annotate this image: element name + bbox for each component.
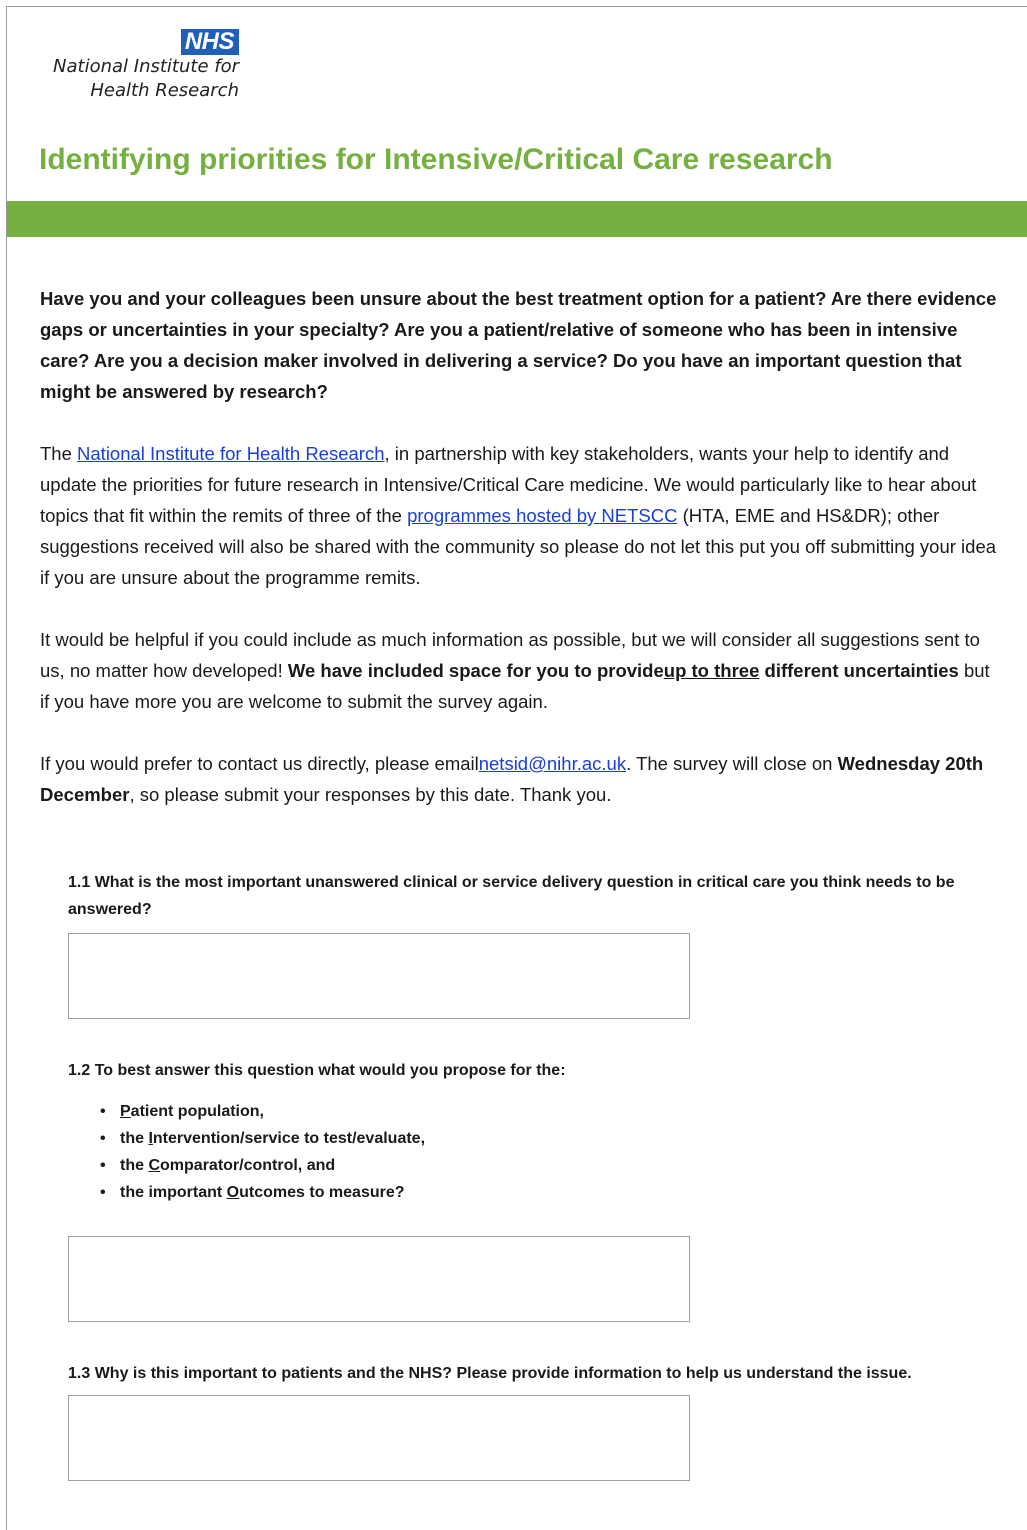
nihr-link[interactable]: National Institute for Health Research [77,443,384,464]
bullet-intervention-pre: the [120,1130,149,1147]
nihr-logo: NHS National Institute for Health Resear… [39,29,239,103]
page-title: Identifying priorities for Intensive/Cri… [39,143,833,176]
intro-content: Have you and your colleagues been unsure… [40,283,1000,841]
question-2-answer-input[interactable] [68,1236,690,1322]
programmes-link[interactable]: programmes hosted by NETSCC [407,505,677,526]
intro-question: Have you and your colleagues been unsure… [40,288,997,402]
survey-questions: 1.1 What is the most important unanswere… [68,869,1027,1481]
bullet-comparator-letter: C [148,1157,161,1174]
contact-text-3: , so please submit your responses by thi… [129,784,612,805]
question-3-answer-input[interactable] [68,1395,690,1481]
bullet-outcomes-post: utcomes to measure? [239,1184,405,1201]
bullet-outcomes-pre: the important [120,1184,227,1201]
question-1-label: 1.1 What is the most important unanswere… [68,874,955,918]
question-2-bullet-list: Patient population, the Intervention/ser… [68,1098,1027,1206]
logo-line-2: Health Research [90,80,239,101]
partnership-text-1: The [40,443,78,464]
nhs-badge: NHS [180,29,239,55]
question-2-label: 1.2 To best answer this question what wo… [68,1062,566,1079]
contact-paragraph: If you would prefer to contact us direct… [40,748,1000,810]
contact-text-1: If you would prefer to contact us direct… [40,753,479,774]
bullet-intervention-post: ntervention/service to test/evaluate, [152,1130,426,1147]
bullet-patient: Patient population, [100,1098,1027,1125]
bullet-comparator-pre: the [120,1157,149,1174]
bullet-comparator-post: omparator/control, and [160,1157,336,1174]
header-divider-bar [7,201,1027,237]
bullet-outcomes: the important Outcomes to measure? [100,1179,1027,1206]
information-bold-1: We have included space for you to provid… [287,660,664,681]
bullet-intervention: the Intervention/service to test/evaluat… [100,1125,1027,1152]
survey-page: NHS National Institute for Health Resear… [6,6,1027,1530]
bullet-comparator: the Comparator/control, and [100,1152,1027,1179]
bullet-outcomes-letter: O [226,1184,240,1201]
information-paragraph: It would be helpful if you could include… [40,624,1000,717]
bullet-patient-post: atient population, [130,1103,264,1120]
information-bold-underlined: up to three [663,660,760,681]
partnership-paragraph: The National Institute for Health Resear… [40,438,1000,593]
question-3-label: 1.3 Why is this important to patients an… [68,1365,912,1382]
email-link[interactable]: netsid@nihr.ac.uk [479,753,626,774]
contact-text-2: . The survey will close on [626,753,838,774]
information-bold-2: different uncertainties [759,660,959,681]
bullet-patient-letter: P [120,1103,131,1120]
question-1-answer-input[interactable] [68,933,690,1019]
logo-line-1: National Institute for [53,56,239,77]
